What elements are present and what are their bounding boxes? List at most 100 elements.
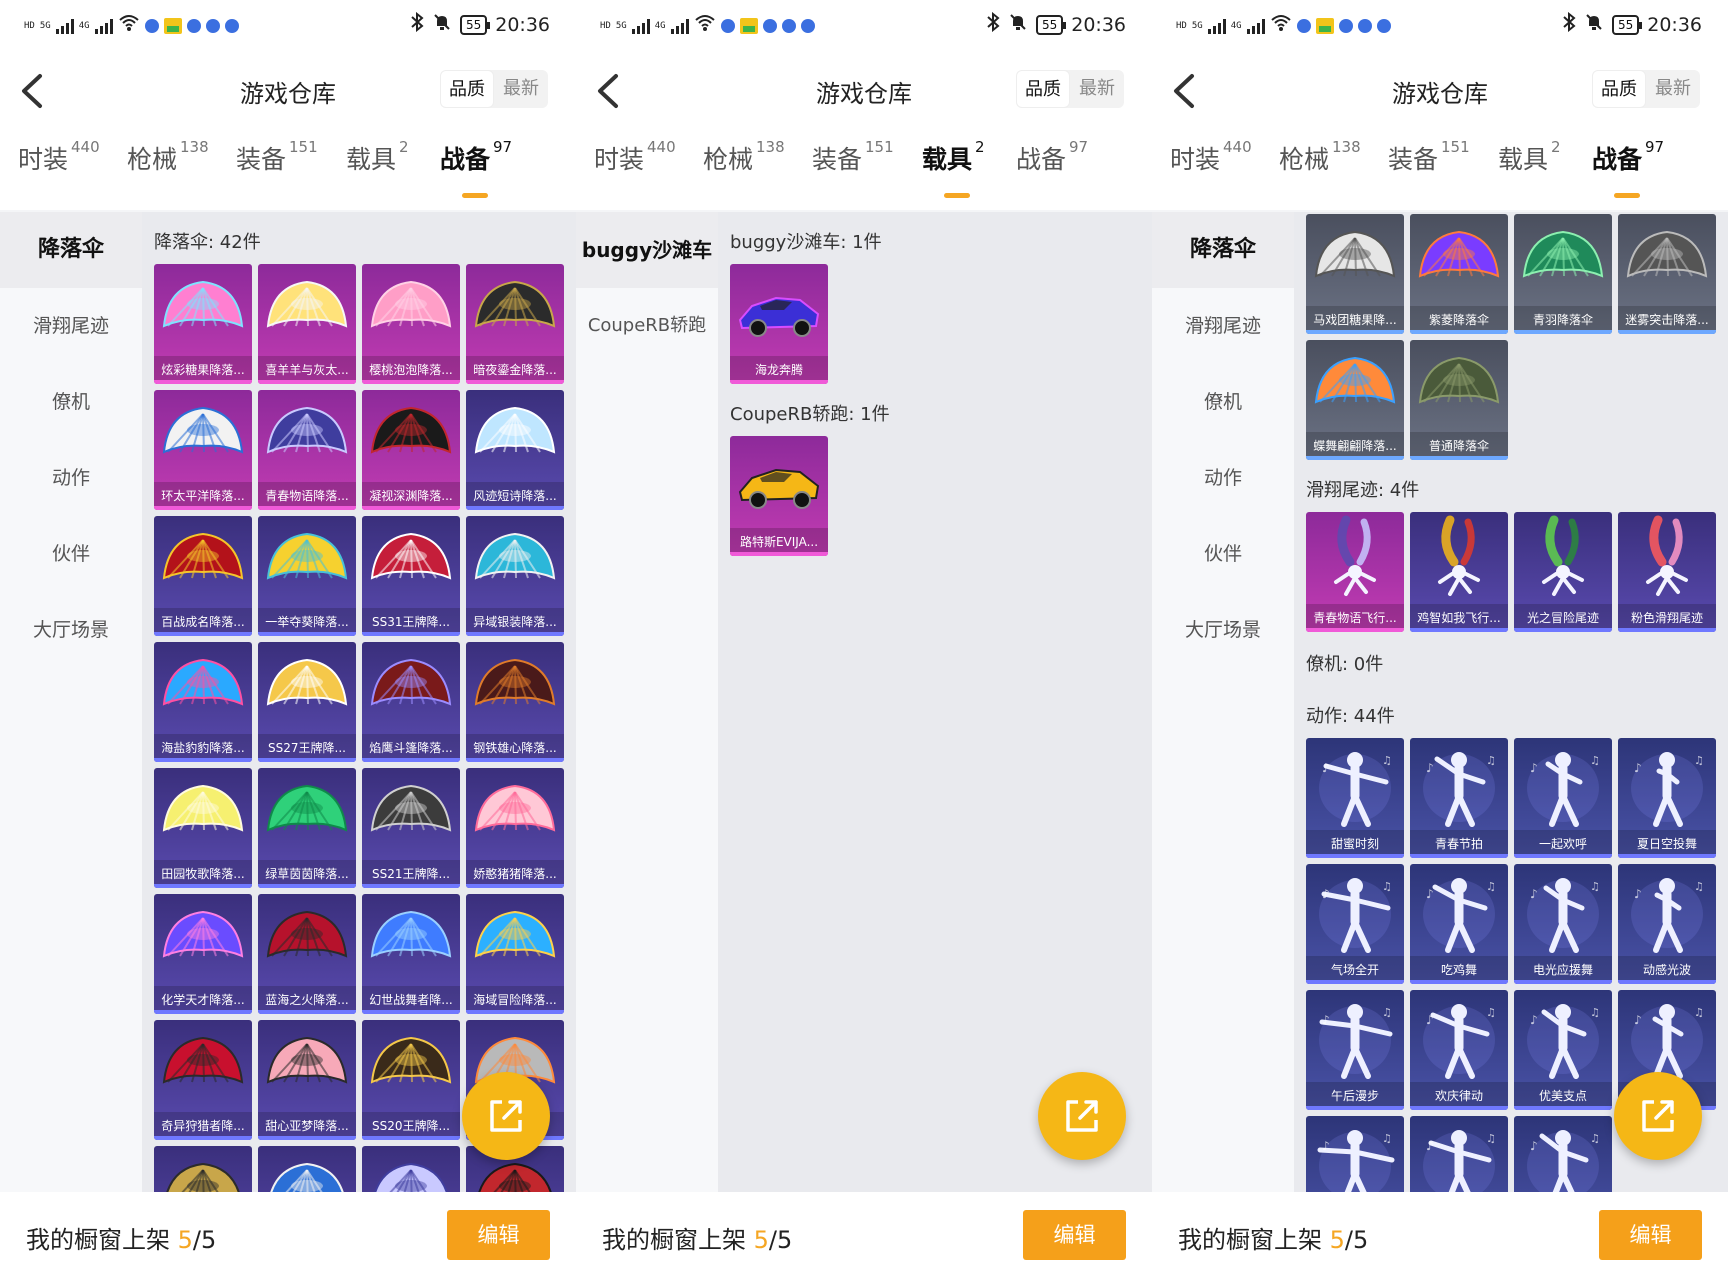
sidebar-item[interactable]: 滑翔尾迹	[1152, 288, 1294, 364]
item-card[interactable]: ♪ ♫ 动感光波	[1618, 864, 1716, 984]
item-card[interactable]: 奇异狩猎者降...	[154, 1020, 252, 1140]
item-card[interactable]: 暗夜鎏金降落...	[466, 264, 564, 384]
item-card[interactable]: 路特斯EVIJA...	[730, 436, 828, 556]
item-card[interactable]: 青春物语飞行...	[1306, 512, 1404, 632]
item-card[interactable]: 青春物语降落...	[258, 390, 356, 510]
item-card[interactable]: ♪ ♫ 青春节拍	[1410, 738, 1508, 858]
tab-2[interactable]: 装备 151	[1388, 138, 1470, 200]
tab-4[interactable]: 战备 97	[1016, 138, 1088, 200]
item-card[interactable]	[258, 1146, 356, 1192]
share-external-icon[interactable]	[1038, 1072, 1126, 1160]
item-card[interactable]: 海域冒险降落...	[466, 894, 564, 1014]
tab-4[interactable]: 战备 97	[1592, 138, 1664, 200]
sidebar-item[interactable]: 伙伴	[1152, 516, 1294, 592]
item-card[interactable]: 鸡智如我飞行...	[1410, 512, 1508, 632]
edit-button[interactable]: 编辑	[1599, 1210, 1702, 1260]
sort-newest-button[interactable]: 最新	[1070, 70, 1124, 108]
sidebar-item[interactable]: 僚机	[0, 364, 142, 440]
sort-quality-button[interactable]: 品质	[440, 70, 494, 108]
item-card[interactable]: 钢铁雄心降落...	[466, 642, 564, 762]
tab-3[interactable]: 载具 2	[922, 138, 985, 200]
item-card[interactable]: ♪ ♫ 午后漫步	[1306, 990, 1404, 1110]
battery-icon: 55	[1035, 14, 1067, 35]
sidebar-item[interactable]: 大厅场景	[1152, 592, 1294, 668]
item-card[interactable]: 一举夺葵降落...	[258, 516, 356, 636]
sidebar-item[interactable]: buggy沙滩车	[576, 212, 718, 288]
item-card[interactable]: 田园牧歌降落...	[154, 768, 252, 888]
item-card[interactable]	[362, 1146, 460, 1192]
item-card[interactable]: 绿草茵茵降落...	[258, 768, 356, 888]
sidebar-item[interactable]: 滑翔尾迹	[0, 288, 142, 364]
item-card[interactable]: 樱桃泡泡降落...	[362, 264, 460, 384]
item-card[interactable]: 风迹短诗降落...	[466, 390, 564, 510]
item-card[interactable]: ♪ ♫ 气场全开	[1306, 864, 1404, 984]
item-card[interactable]	[154, 1146, 252, 1192]
sidebar-item[interactable]: 降落伞	[1152, 212, 1294, 288]
sidebar-item[interactable]: 动作	[1152, 440, 1294, 516]
item-card[interactable]: SS21王牌降...	[362, 768, 460, 888]
sidebar-item[interactable]: 大厅场景	[0, 592, 142, 668]
item-card[interactable]: 光之冒险尾迹	[1514, 512, 1612, 632]
sort-quality-button[interactable]: 品质	[1592, 70, 1646, 108]
item-card[interactable]: 蝶舞翩翩降落...	[1306, 340, 1404, 460]
tab-1[interactable]: 枪械 138	[703, 138, 785, 200]
tab-1[interactable]: 枪械 138	[127, 138, 209, 200]
tab-0[interactable]: 时装 440	[1170, 138, 1252, 200]
share-external-icon[interactable]	[1614, 1072, 1702, 1160]
item-card[interactable]: 蓝海之火降落...	[258, 894, 356, 1014]
item-thumbnail-icon	[1618, 214, 1716, 306]
tab-2[interactable]: 装备 151	[236, 138, 318, 200]
item-card[interactable]: 喜羊羊与灰太...	[258, 264, 356, 384]
item-card[interactable]: 迷雾突击降落...	[1618, 214, 1716, 334]
item-card[interactable]: 异域银装降落...	[466, 516, 564, 636]
sidebar-item[interactable]: 伙伴	[0, 516, 142, 592]
item-card[interactable]: 青羽降落伞	[1514, 214, 1612, 334]
item-card[interactable]: ♪ ♫ 夏日空投舞	[1618, 738, 1716, 858]
share-external-icon[interactable]	[462, 1072, 550, 1160]
item-card[interactable]: 焰鹰斗篷降落...	[362, 642, 460, 762]
item-card[interactable]: SS20王牌降...	[362, 1020, 460, 1140]
item-card[interactable]: 炫彩糖果降落...	[154, 264, 252, 384]
item-card[interactable]: ♪ ♫ 欢庆律动	[1410, 990, 1508, 1110]
sidebar-item[interactable]: 降落伞	[0, 212, 142, 288]
item-card[interactable]: SS31王牌降...	[362, 516, 460, 636]
item-card[interactable]: 环太平洋降落...	[154, 390, 252, 510]
tab-1[interactable]: 枪械 138	[1279, 138, 1361, 200]
sidebar-item[interactable]: 动作	[0, 440, 142, 516]
sort-newest-button[interactable]: 最新	[494, 70, 548, 108]
item-card[interactable]: 化学天才降落...	[154, 894, 252, 1014]
battery-icon: 55	[1611, 14, 1643, 35]
sort-quality-button[interactable]: 品质	[1016, 70, 1070, 108]
item-card[interactable]: 甜心亚梦降落...	[258, 1020, 356, 1140]
item-card[interactable]: 海盐豹豹降落...	[154, 642, 252, 762]
item-card[interactable]: 凝视深渊降落...	[362, 390, 460, 510]
item-card[interactable]: ♪ ♫	[1306, 1116, 1404, 1192]
item-card[interactable]: SS27王牌降...	[258, 642, 356, 762]
tab-0[interactable]: 时装 440	[594, 138, 676, 200]
tab-3[interactable]: 载具 2	[346, 138, 409, 200]
sort-newest-button[interactable]: 最新	[1646, 70, 1700, 108]
item-card[interactable]: 紫菱降落伞	[1410, 214, 1508, 334]
item-card[interactable]: ♪ ♫ 电光应援舞	[1514, 864, 1612, 984]
item-card[interactable]: ♪ ♫ 甜蜜时刻	[1306, 738, 1404, 858]
item-card[interactable]: ♪ ♫ 一起欢呼	[1514, 738, 1612, 858]
item-card[interactable]: 幻世战舞者降...	[362, 894, 460, 1014]
tab-4[interactable]: 战备 97	[440, 138, 512, 200]
item-card[interactable]: ♪ ♫ 吃鸡舞	[1410, 864, 1508, 984]
tab-3[interactable]: 载具 2	[1498, 138, 1561, 200]
item-card[interactable]: ♪ ♫	[1410, 1116, 1508, 1192]
item-card[interactable]: 马戏团糖果降...	[1306, 214, 1404, 334]
item-card[interactable]: ♪ ♫ 优美支点	[1514, 990, 1612, 1110]
edit-button[interactable]: 编辑	[447, 1210, 550, 1260]
edit-button[interactable]: 编辑	[1023, 1210, 1126, 1260]
item-card[interactable]: 海龙奔腾	[730, 264, 828, 384]
tab-0[interactable]: 时装 440	[18, 138, 100, 200]
item-card[interactable]: 百战成名降落...	[154, 516, 252, 636]
sidebar-item[interactable]: 僚机	[1152, 364, 1294, 440]
item-card[interactable]: ♪ ♫	[1514, 1116, 1612, 1192]
sidebar-item[interactable]: CoupeRB轿跑	[576, 288, 718, 364]
item-card[interactable]: 娇憨猪猪降落...	[466, 768, 564, 888]
item-card[interactable]: 普通降落伞	[1410, 340, 1508, 460]
tab-2[interactable]: 装备 151	[812, 138, 894, 200]
item-card[interactable]: 粉色滑翔尾迹	[1618, 512, 1716, 632]
